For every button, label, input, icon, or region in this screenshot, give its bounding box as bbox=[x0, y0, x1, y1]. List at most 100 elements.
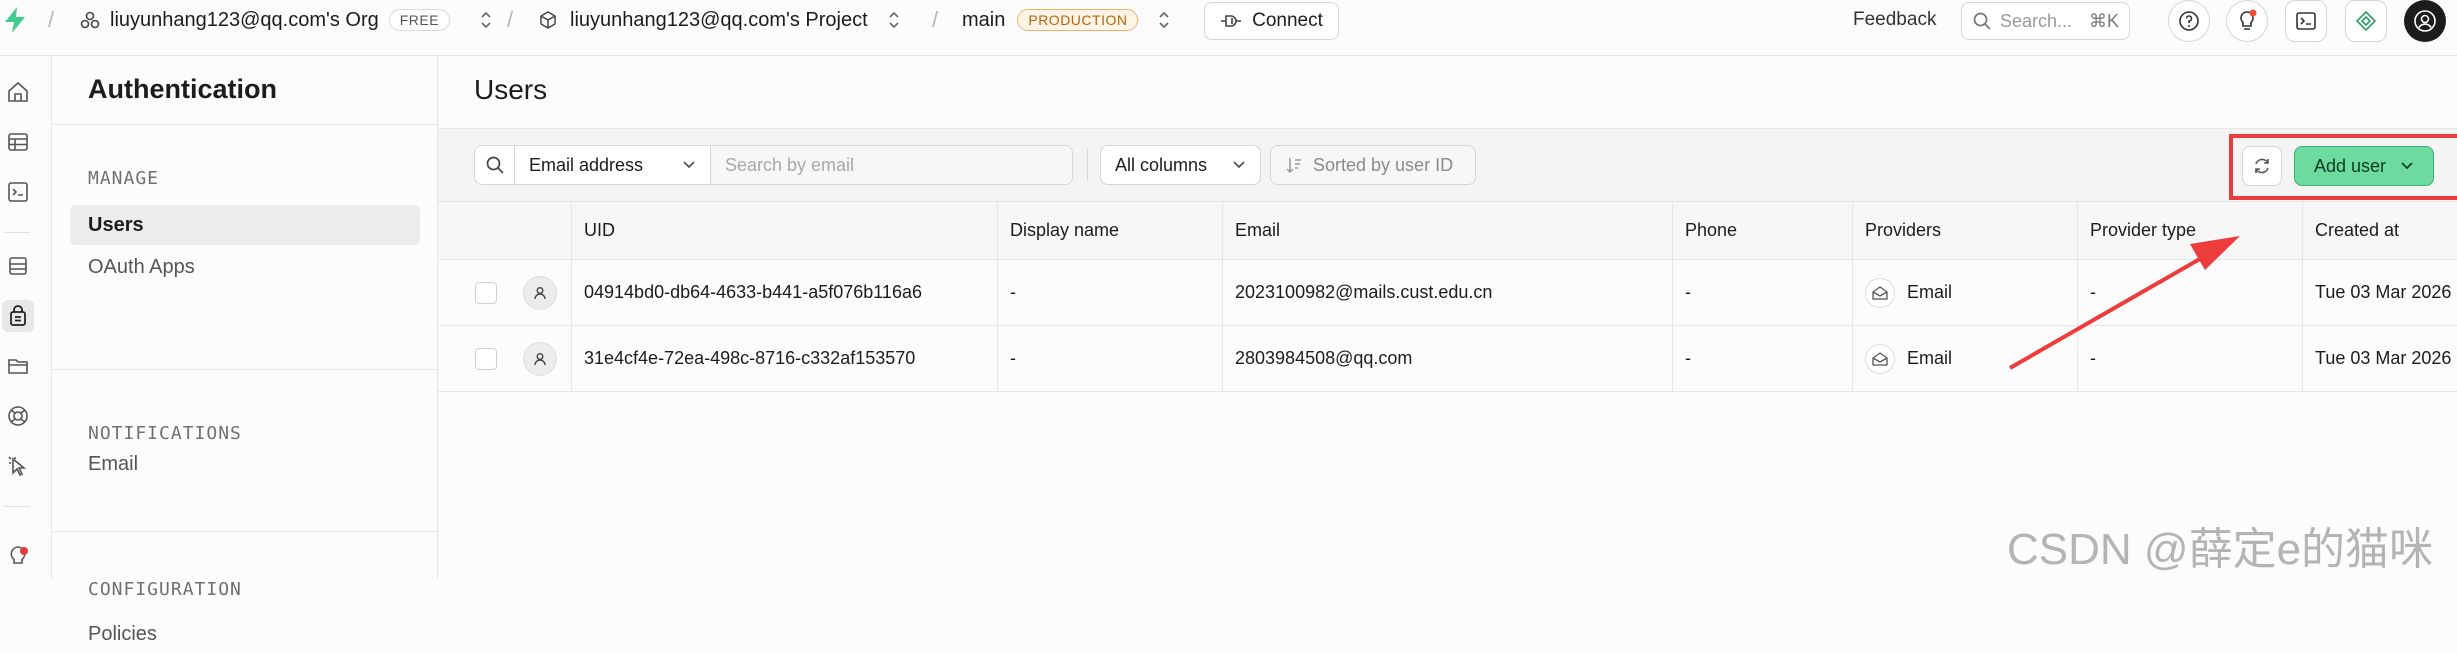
database-icon bbox=[9, 257, 27, 275]
rail-divider bbox=[4, 232, 30, 233]
assistant-button[interactable] bbox=[2345, 0, 2387, 42]
user-icon bbox=[534, 352, 546, 365]
cell-created-at: Tue 03 Mar 2026 bbox=[2315, 348, 2452, 368]
connect-label: Connect bbox=[1252, 10, 1323, 31]
cell-created-at: Tue 03 Mar 2026 bbox=[2315, 282, 2452, 302]
sidebar-item-oauth-apps[interactable]: OAuth Apps bbox=[70, 247, 420, 287]
section-heading-configuration: CONFIGURATION bbox=[88, 579, 242, 600]
row-select-cell bbox=[438, 260, 572, 325]
cell-uid: 31e4cf4e-72ea-498c-8716-c332af153570 bbox=[572, 326, 998, 391]
branch-name: main bbox=[962, 8, 1006, 31]
envelope-icon bbox=[1865, 277, 1895, 308]
help-button[interactable] bbox=[2168, 0, 2210, 42]
cursor-icon bbox=[8, 456, 27, 477]
cell-phone: - bbox=[1673, 326, 1853, 391]
assistant-icon bbox=[2355, 10, 2377, 32]
table-icon bbox=[8, 133, 28, 151]
row-checkbox[interactable] bbox=[475, 281, 497, 304]
cell-uid: 04914bd0-db64-4633-b441-a5f076b116a6 bbox=[572, 260, 998, 325]
org-name: liuyunhang123@qq.com's Org bbox=[110, 8, 379, 31]
org-selector[interactable]: liuyunhang123@qq.com's Org FREE bbox=[80, 0, 494, 40]
top-bar: / liuyunhang123@qq.com's Org FREE / liuy… bbox=[0, 0, 2457, 56]
nav-sql-editor[interactable] bbox=[2, 176, 34, 208]
column-header-provider-type[interactable]: Provider type bbox=[2078, 202, 2303, 259]
toolbar-divider bbox=[1087, 149, 1088, 181]
nav-home[interactable] bbox=[2, 76, 34, 108]
search-icon bbox=[1973, 12, 1991, 30]
section-heading-label: CONFIGURATION bbox=[88, 579, 242, 600]
column-header-phone[interactable]: Phone bbox=[1673, 202, 1853, 259]
cell-phone: - bbox=[1673, 260, 1853, 325]
advisor-icon bbox=[10, 546, 28, 564]
nav-realtime[interactable] bbox=[2, 450, 34, 482]
chevron-up-down-icon bbox=[1159, 11, 1170, 29]
row-checkbox[interactable] bbox=[475, 347, 497, 370]
user-icon bbox=[534, 286, 546, 299]
section-heading-notifications: NOTIFICATIONS bbox=[88, 423, 242, 444]
nav-database[interactable] bbox=[2, 250, 34, 282]
table-row[interactable]: 04914bd0-db64-4633-b441-a5f076b116a6 - 2… bbox=[438, 260, 2457, 326]
search-icon bbox=[486, 156, 504, 174]
folder-icon bbox=[8, 359, 28, 374]
lightbulb-icon bbox=[2240, 9, 2257, 30]
table-header-row: UID Display name Email Phone Providers P… bbox=[438, 202, 2457, 260]
column-header-display-name[interactable]: Display name bbox=[998, 202, 1223, 259]
sidebar-item-policies[interactable]: Policies bbox=[70, 614, 420, 654]
nav-storage[interactable] bbox=[2, 350, 34, 382]
sidebar-divider bbox=[52, 369, 438, 370]
columns-label: All columns bbox=[1115, 154, 1208, 175]
refresh-button[interactable] bbox=[2242, 146, 2282, 186]
column-header-email[interactable]: Email bbox=[1223, 202, 1673, 259]
nav-authentication[interactable] bbox=[2, 300, 34, 332]
cell-providers: Email bbox=[1853, 260, 2078, 325]
environment-badge: PRODUCTION bbox=[1017, 9, 1139, 31]
nav-table-editor[interactable] bbox=[2, 126, 34, 158]
sidebar-item-email[interactable]: Email bbox=[70, 444, 420, 484]
filter-field-select[interactable]: Email address bbox=[515, 146, 711, 184]
nav-advisors[interactable] bbox=[2, 540, 34, 572]
search-by-email-input[interactable] bbox=[711, 146, 1072, 184]
plug-icon bbox=[1221, 15, 1242, 27]
sidebar-divider bbox=[52, 124, 438, 125]
column-header-created-at[interactable]: Created at bbox=[2303, 202, 2457, 259]
global-search[interactable]: Search... ⌘K bbox=[1961, 2, 2130, 40]
columns-select[interactable]: All columns bbox=[1100, 145, 1261, 185]
whats-new-button[interactable] bbox=[2226, 0, 2268, 42]
project-selector[interactable]: liuyunhang123@qq.com's Project bbox=[538, 0, 902, 40]
sidebar-item-label: OAuth Apps bbox=[88, 255, 195, 278]
main-content: Users Email address All columns Sorted b… bbox=[438, 56, 2457, 579]
cell-display-name: - bbox=[998, 326, 1223, 391]
feedback-button[interactable]: Feedback bbox=[1853, 0, 1936, 40]
home-icon bbox=[8, 81, 28, 102]
watermark-text: CSDN @薛定e的猫咪 bbox=[2007, 525, 2434, 574]
breadcrumb-separator: / bbox=[932, 7, 939, 32]
breadcrumb-separator: / bbox=[48, 7, 55, 32]
user-avatar bbox=[523, 341, 557, 376]
chevron-up-down-icon bbox=[889, 11, 899, 29]
add-user-button[interactable]: Add user bbox=[2294, 146, 2434, 186]
chevron-down-icon bbox=[2401, 162, 2413, 170]
row-select-cell bbox=[438, 326, 572, 391]
chevron-up-down-icon bbox=[481, 11, 491, 29]
column-header-providers[interactable]: Providers bbox=[1853, 202, 2078, 259]
column-header-uid[interactable]: UID bbox=[572, 202, 998, 259]
user-avatar-icon bbox=[2414, 10, 2436, 32]
chevron-down-icon bbox=[683, 161, 695, 169]
provider-label: Email bbox=[1907, 282, 1953, 302]
add-user-label: Add user bbox=[2313, 155, 2387, 176]
box-icon bbox=[540, 11, 556, 29]
provider-label: Email bbox=[1907, 348, 1953, 368]
sidebar-item-users[interactable]: Users bbox=[70, 205, 420, 245]
account-avatar-button[interactable] bbox=[2404, 0, 2446, 42]
connect-button[interactable]: Connect bbox=[1204, 2, 1339, 40]
supabase-logo[interactable] bbox=[2, 0, 28, 40]
nav-edge-functions[interactable] bbox=[2, 400, 34, 432]
sort-icon bbox=[1286, 158, 1301, 174]
branch-selector[interactable]: main PRODUCTION bbox=[962, 0, 1172, 40]
sql-editor-button[interactable] bbox=[2285, 0, 2327, 42]
cell-provider-type: - bbox=[2078, 260, 2303, 325]
sidebar-item-label: Users bbox=[88, 213, 144, 236]
sort-button[interactable]: Sorted by user ID bbox=[1270, 145, 1476, 185]
table-row[interactable]: 31e4cf4e-72ea-498c-8716-c332af153570 - 2… bbox=[438, 326, 2457, 392]
section-heading-label: NOTIFICATIONS bbox=[88, 423, 242, 444]
